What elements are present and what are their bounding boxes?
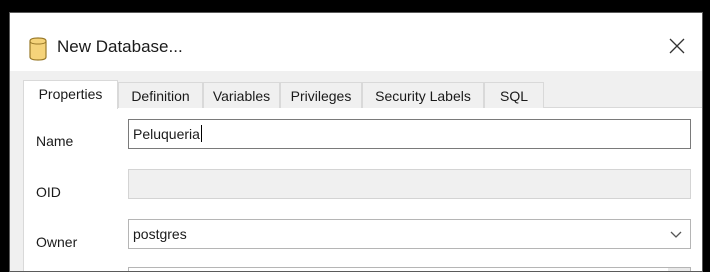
tab-privileges[interactable]: Privileges xyxy=(280,82,362,108)
dialog-title: New Database... xyxy=(57,37,183,56)
properties-form: Name Peluqueria OID Owner postgres xyxy=(23,108,702,271)
name-input[interactable]: Peluqueria xyxy=(128,119,691,149)
text-cursor xyxy=(200,125,202,142)
tab-properties[interactable]: Properties xyxy=(23,80,118,109)
tab-definition[interactable]: Definition xyxy=(118,82,203,108)
tab-security-labels[interactable]: Security Labels xyxy=(362,82,484,108)
close-icon xyxy=(669,38,685,54)
database-icon xyxy=(29,37,47,61)
title-bar: New Database... xyxy=(10,13,702,71)
name-label: Name xyxy=(36,133,74,149)
oid-input xyxy=(128,169,691,199)
tab-sql[interactable]: SQL xyxy=(484,82,544,108)
owner-select[interactable]: postgres xyxy=(128,219,691,249)
tab-bar: Properties Definition Variables Privileg… xyxy=(23,80,702,109)
next-field-partial[interactable] xyxy=(128,267,691,271)
close-button[interactable] xyxy=(662,31,692,61)
new-database-dialog: New Database... Properties Definition Va… xyxy=(9,12,703,272)
name-value: Peluqueria xyxy=(133,126,200,142)
next-field-button[interactable] xyxy=(668,268,690,271)
chevron-down-icon xyxy=(670,231,682,238)
owner-label: Owner xyxy=(36,234,78,250)
owner-value: postgres xyxy=(133,226,187,242)
tab-variables[interactable]: Variables xyxy=(203,82,280,108)
oid-label: OID xyxy=(36,184,61,200)
